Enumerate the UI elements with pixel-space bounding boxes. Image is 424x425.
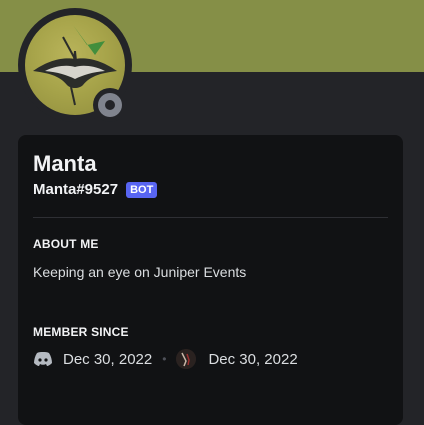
bot-badge: BOT: [126, 181, 158, 198]
username[interactable]: Manta#9527: [33, 181, 118, 198]
date-separator: •: [162, 352, 167, 366]
member-since-heading: MEMBER SINCE: [33, 325, 129, 339]
username-row: Manta#9527 BOT: [33, 181, 158, 198]
status-indicator: [93, 88, 127, 122]
member-since-row: Dec 30, 2022 • Dec 30, 2022: [33, 349, 298, 369]
about-me-text: Keeping an eye on Juniper Events: [33, 264, 247, 280]
about-me-heading: ABOUT ME: [33, 237, 99, 251]
divider: [33, 217, 388, 218]
discord-member-date: Dec 30, 2022: [63, 350, 153, 368]
offline-status-icon: [98, 93, 122, 117]
profile-card: Manta Manta#9527 BOT ABOUT ME Keeping an…: [18, 135, 403, 425]
server-icon[interactable]: [176, 349, 197, 369]
server-member-date: Dec 30, 2022: [208, 350, 298, 368]
display-name: Manta: [33, 151, 97, 176]
discord-icon: [33, 351, 53, 367]
